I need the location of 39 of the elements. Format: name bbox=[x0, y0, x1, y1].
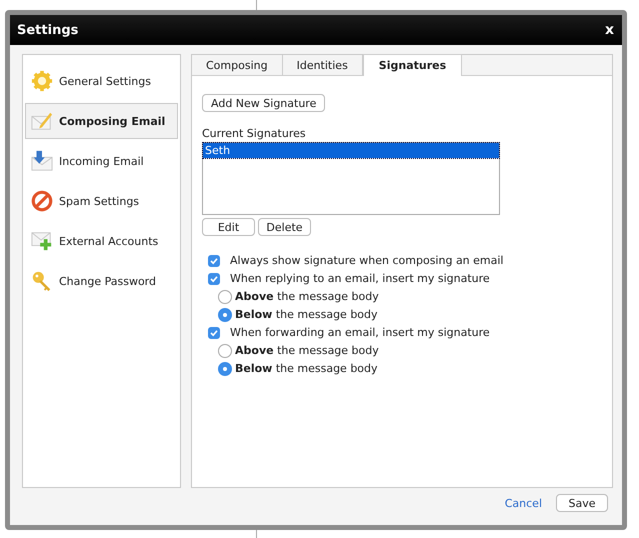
list-item[interactable]: Seth bbox=[203, 143, 499, 158]
sidebar-item[interactable]: General Settings bbox=[25, 63, 178, 99]
close-button[interactable]: x bbox=[604, 22, 614, 38]
radio-label: Above the message body bbox=[235, 290, 379, 303]
prohibited-icon bbox=[31, 190, 53, 212]
add-signature-button[interactable]: Add New Signature bbox=[202, 94, 326, 112]
sidebar-item[interactable]: Incoming Email bbox=[25, 143, 178, 179]
checkbox-label: Always show signature when composing an email bbox=[230, 254, 504, 267]
envelope-pencil-icon bbox=[31, 110, 53, 132]
checkbox[interactable] bbox=[208, 254, 220, 266]
key-icon bbox=[31, 270, 53, 292]
tab[interactable]: Identities bbox=[282, 55, 363, 76]
radio-button[interactable] bbox=[218, 362, 232, 376]
radio-label: Below the message body bbox=[235, 362, 378, 375]
envelope-arrow-icon bbox=[31, 150, 53, 172]
radio-button[interactable] bbox=[218, 344, 232, 358]
sidebar-item[interactable]: External Accounts bbox=[25, 223, 178, 259]
list-label: Current Signatures bbox=[202, 127, 306, 140]
save-button[interactable]: Save bbox=[556, 494, 608, 512]
window-title: Settings bbox=[17, 22, 78, 38]
signature-list[interactable]: Seth bbox=[202, 142, 500, 215]
checkbox-label: When forwarding an email, insert my signature bbox=[230, 326, 490, 339]
cancel-link[interactable]: Cancel bbox=[504, 496, 542, 510]
radio-button[interactable] bbox=[218, 308, 232, 322]
gear-icon bbox=[31, 70, 53, 92]
sidebar-item[interactable]: Spam Settings bbox=[25, 183, 178, 219]
envelope-plus-icon bbox=[31, 230, 53, 252]
checkbox-label: When replying to an email, insert my signature bbox=[230, 272, 490, 285]
checkbox[interactable] bbox=[208, 326, 220, 338]
list-button[interactable]: Edit bbox=[202, 218, 255, 236]
sidebar-item[interactable]: Composing Email bbox=[25, 103, 178, 139]
radio-label: Above the message body bbox=[235, 344, 379, 357]
sidebar-item[interactable]: Change Password bbox=[25, 263, 178, 299]
list-button[interactable]: Delete bbox=[258, 218, 311, 236]
tab[interactable]: Composing bbox=[192, 55, 283, 76]
checkbox[interactable] bbox=[208, 272, 220, 284]
radio-button[interactable] bbox=[218, 290, 232, 304]
tab[interactable]: Signatures bbox=[362, 54, 462, 76]
radio-label: Below the message body bbox=[235, 308, 378, 321]
